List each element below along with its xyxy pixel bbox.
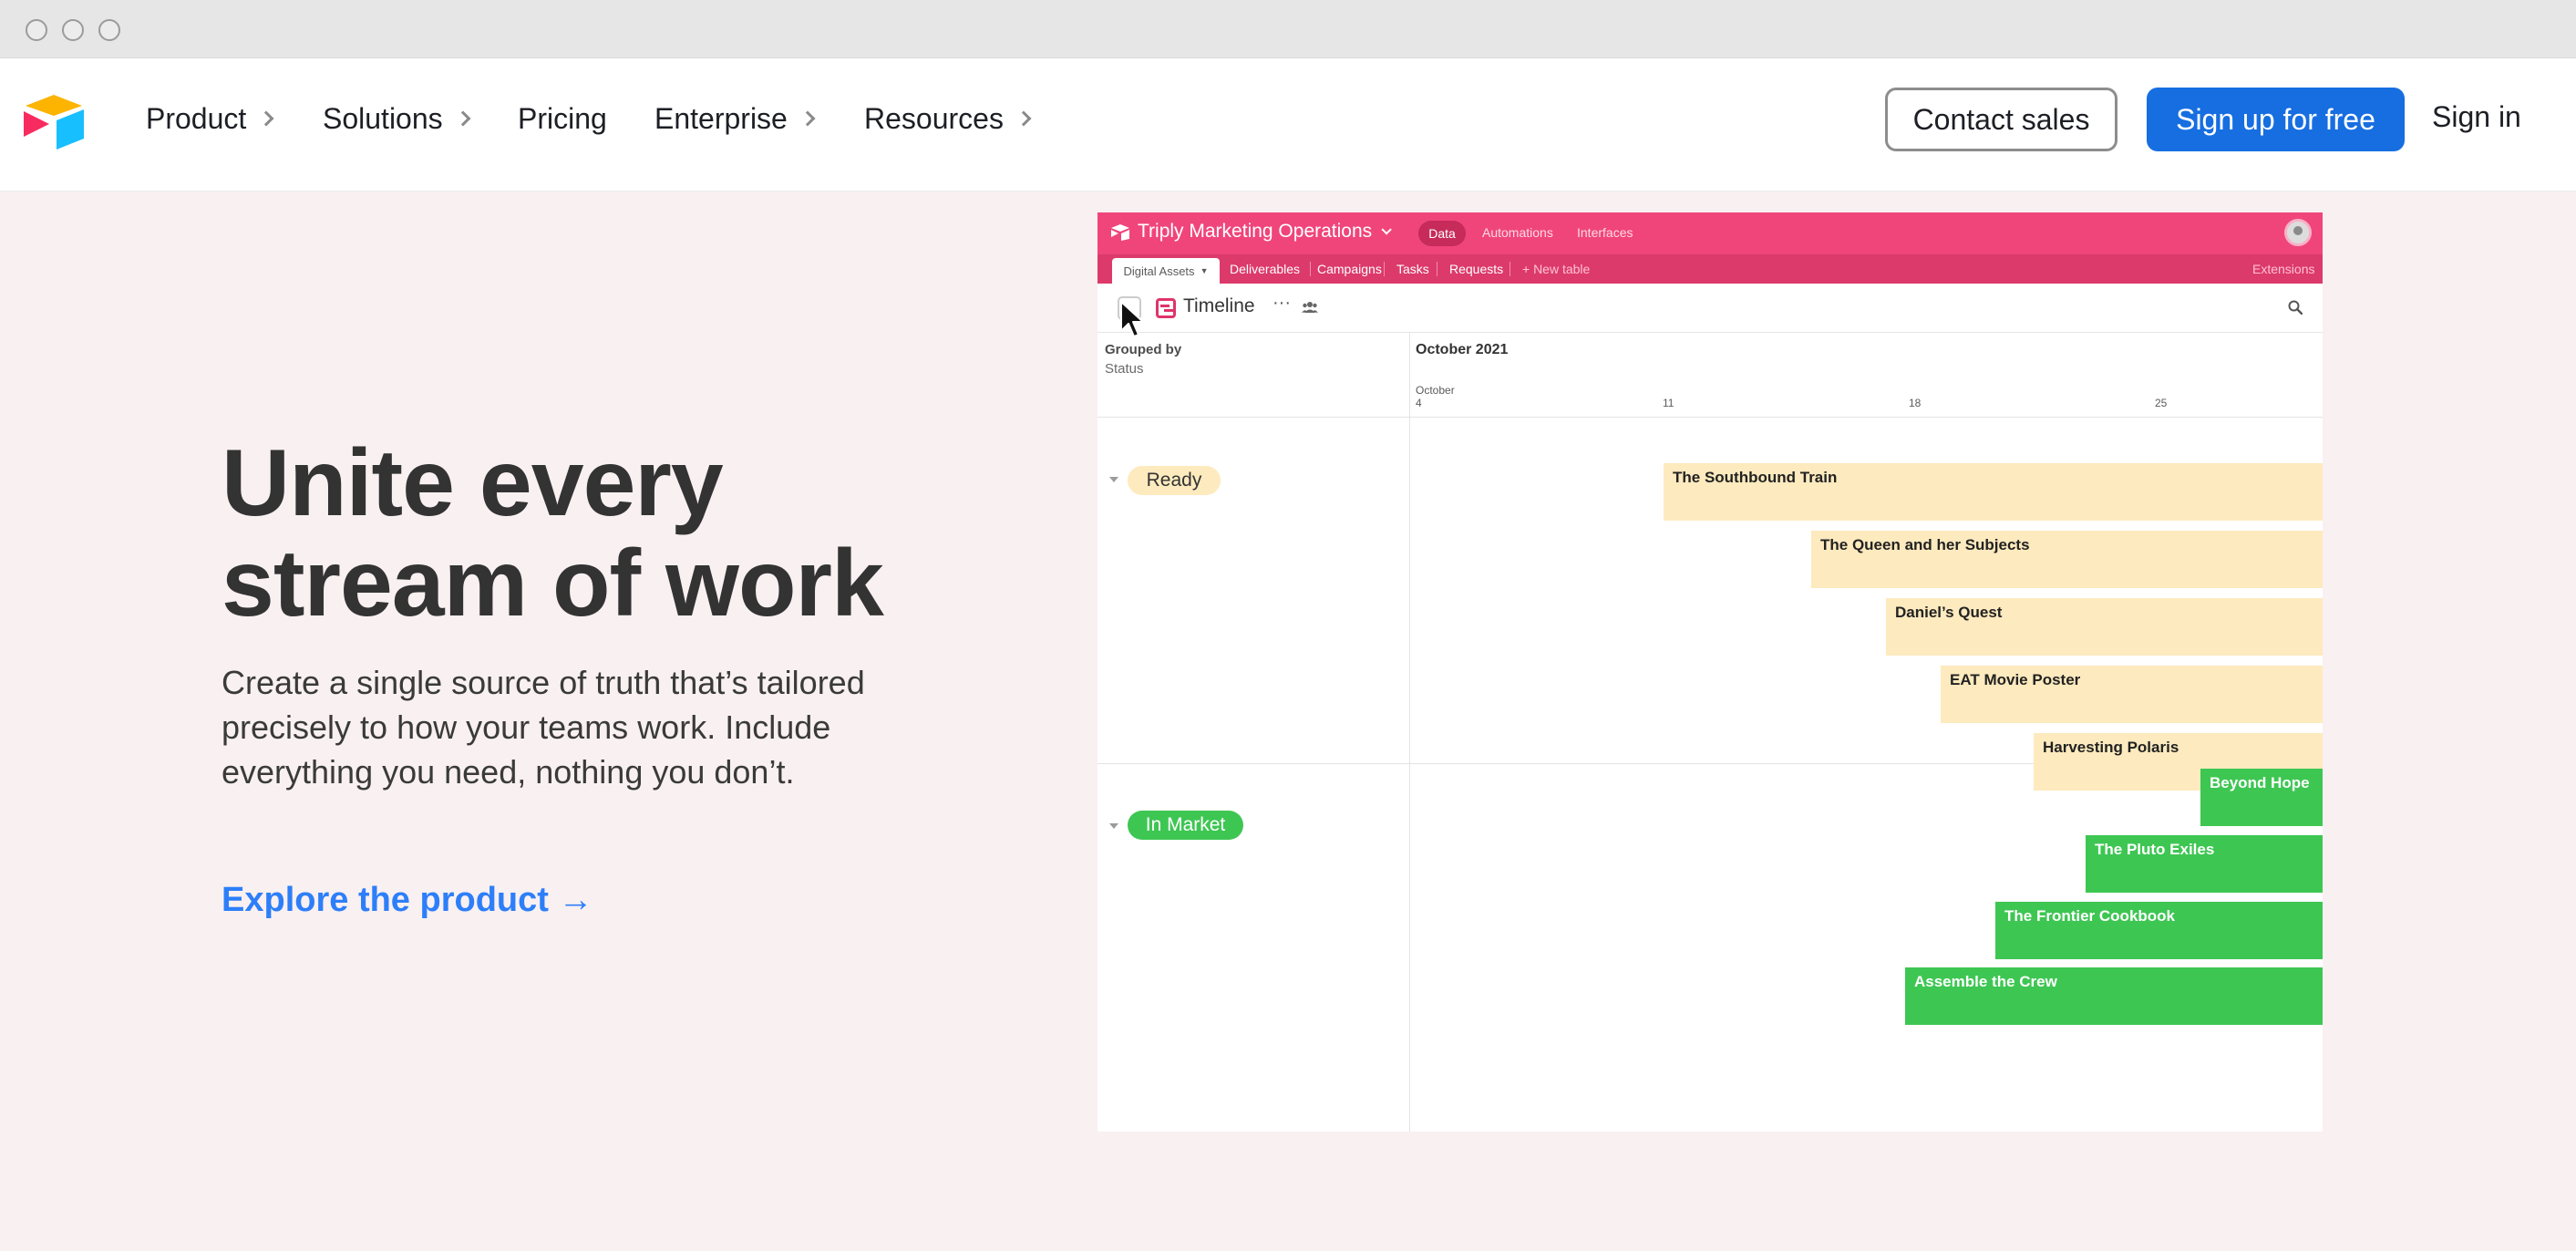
nav-enterprise-label: Enterprise	[654, 102, 788, 136]
chevron-down-icon: ▼	[1200, 266, 1209, 275]
timeline-record[interactable]: The Southbound Train	[1664, 463, 2323, 521]
table-tab-tasks[interactable]: Tasks	[1396, 254, 1429, 284]
nav-solutions[interactable]: Solutions	[323, 100, 469, 137]
base-name[interactable]: Triply Marketing Operations	[1138, 221, 1388, 243]
chevron-right-icon	[455, 111, 470, 127]
hero-subtitle: Create a single source of truth that’s t…	[222, 660, 969, 794]
hero-title: Unite every stream of work	[222, 433, 1042, 634]
window-titlebar	[0, 0, 2576, 58]
base-logo-icon	[1110, 223, 1130, 242]
extensions-button[interactable]: Extensions	[2252, 254, 2314, 284]
timeline-record[interactable]: The Pluto Exiles	[2086, 835, 2323, 893]
chevron-right-icon	[259, 111, 274, 127]
group-label-ready: Ready	[1128, 466, 1221, 495]
contact-sales-button[interactable]: Contact sales	[1885, 88, 2117, 151]
tab-automations[interactable]: Automations	[1482, 225, 1553, 240]
tab-interfaces[interactable]: Interfaces	[1577, 225, 1633, 240]
base-name-label: Triply Marketing Operations	[1138, 221, 1372, 243]
tab-divider	[1384, 262, 1385, 276]
base-header: Triply Marketing Operations Data Automat…	[1097, 212, 2323, 254]
tab-divider	[1310, 262, 1311, 276]
new-table-button[interactable]: + New table	[1522, 254, 1590, 284]
month-header: October 2021	[1416, 342, 1508, 358]
collapse-group-icon[interactable]	[1109, 477, 1118, 482]
top-navigation: Product Solutions Pricing Enterprise Res…	[0, 58, 2576, 191]
day-label: 18	[1909, 397, 1921, 409]
chevron-right-icon	[1015, 111, 1031, 127]
day-label: 25	[2155, 397, 2167, 409]
month-short-label: October	[1416, 384, 1455, 397]
nav-pricing[interactable]: Pricing	[518, 100, 607, 137]
grid-divider	[1409, 333, 1410, 1132]
timeline-record[interactable]: Beyond Hope	[2200, 769, 2323, 826]
table-tab-deliverables[interactable]: Deliverables	[1230, 254, 1300, 284]
nav-enterprise[interactable]: Enterprise	[654, 100, 813, 137]
search-icon[interactable]	[2288, 300, 2303, 315]
table-tab-campaigns[interactable]: Campaigns	[1317, 254, 1382, 284]
avatar[interactable]	[2284, 219, 2312, 246]
collaborators-icon[interactable]	[1302, 301, 1318, 314]
grouped-by-label: Grouped by	[1105, 342, 1181, 357]
tab-data[interactable]: Data	[1418, 221, 1466, 246]
grouped-by-field[interactable]: Status	[1105, 361, 1144, 377]
nav-product[interactable]: Product	[146, 100, 272, 137]
timeline-grid: Grouped by Status October 2021 October 4…	[1097, 333, 2323, 1132]
nav-resources-label: Resources	[864, 102, 1004, 136]
view-name[interactable]: Timeline	[1183, 295, 1255, 317]
nav-resources[interactable]: Resources	[864, 100, 1029, 137]
timeline-record[interactable]: Daniel’s Quest	[1886, 598, 2323, 656]
sign-in-link[interactable]: Sign in	[2432, 100, 2521, 134]
chevron-down-icon	[1382, 224, 1392, 234]
view-toolbar: Timeline ···	[1097, 284, 2323, 333]
more-options-icon[interactable]: ···	[1273, 293, 1291, 314]
collapse-group-icon[interactable]	[1109, 823, 1118, 829]
product-screenshot: Triply Marketing Operations Data Automat…	[1097, 212, 2323, 1132]
nav-solutions-label: Solutions	[323, 102, 443, 136]
timeline-view-icon	[1156, 298, 1176, 318]
explore-product-link[interactable]: Explore the product →	[222, 881, 592, 920]
table-tab-digital-assets[interactable]: Digital Assets ▼	[1112, 258, 1220, 284]
group-label-in-market: In Market	[1128, 811, 1243, 840]
header-divider	[1097, 417, 2323, 418]
window-maximize-button[interactable]	[98, 19, 120, 41]
nav-product-label: Product	[146, 102, 246, 136]
table-tab-requests[interactable]: Requests	[1449, 254, 1503, 284]
table-tab-label: Digital Assets	[1124, 264, 1195, 278]
window-close-button[interactable]	[26, 19, 47, 41]
day-label: 11	[1663, 397, 1674, 409]
timeline-record[interactable]: The Frontier Cookbook	[1995, 902, 2323, 959]
day-label: 4	[1416, 397, 1422, 409]
timeline-record[interactable]: The Queen and her Subjects	[1811, 531, 2323, 588]
sign-up-button[interactable]: Sign up for free	[2147, 88, 2405, 151]
timeline-record[interactable]: Assemble the Crew	[1905, 967, 2323, 1025]
timeline-record[interactable]: EAT Movie Poster	[1941, 666, 2323, 723]
chevron-right-icon	[799, 111, 815, 127]
airtable-logo-icon[interactable]	[22, 93, 86, 150]
window-minimize-button[interactable]	[62, 19, 84, 41]
nav-pricing-label: Pricing	[518, 102, 607, 136]
table-tabs: Digital Assets ▼ Deliverables Campaigns T…	[1097, 254, 2323, 284]
